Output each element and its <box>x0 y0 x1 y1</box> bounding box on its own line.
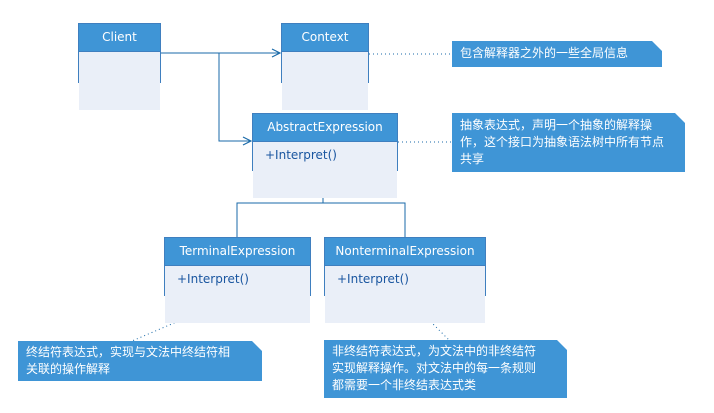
note-line: 包含解释器之外的一些全局信息 <box>460 46 629 60</box>
class-abstract-expression[interactable]: AbstractExpression +Interpret() <box>252 113 398 198</box>
inheritance-terminal <box>236 202 323 237</box>
note-line: 实现解释操作。对文法中的每一条规则 <box>332 361 537 375</box>
class-nonterminal-expression[interactable]: NonterminalExpression +Interpret() <box>324 237 486 323</box>
class-operations <box>79 52 160 110</box>
class-operations: +Interpret() <box>325 266 485 323</box>
inheritance-nonterminal <box>323 202 406 237</box>
class-name: AbstractExpression <box>253 114 397 142</box>
class-client[interactable]: Client <box>78 23 161 110</box>
operation-interpret: +Interpret() <box>265 148 337 162</box>
class-name: Context <box>282 24 368 52</box>
operation-interpret: +Interpret() <box>177 272 249 286</box>
class-context[interactable]: Context <box>281 23 369 110</box>
class-name: Client <box>79 24 160 52</box>
note-line: 抽象表达式，声明一个抽象的解释操 <box>460 118 653 132</box>
note-context: 包含解释器之外的一些全局信息 <box>452 41 662 67</box>
association-client-abstract <box>218 53 251 141</box>
note-nonterminal: 非终结符表达式，为文法中的非终结符 实现解释操作。对文法中的每一条规则 都需要一… <box>324 340 567 398</box>
note-line: 关联的操作解释 <box>26 362 111 376</box>
note-abstract: 抽象表达式，声明一个抽象的解释操 作，这个接口为抽象语法树中所有节点 共享 <box>452 113 685 172</box>
class-name: TerminalExpression <box>165 238 310 266</box>
note-fold <box>252 341 262 351</box>
operation-interpret: +Interpret() <box>337 272 409 286</box>
note-line: 共享 <box>460 152 485 166</box>
note-fold <box>675 113 685 123</box>
note-terminal: 终结符表达式，实现与文法中终结符相 关联的操作解释 <box>18 341 262 381</box>
class-operations: +Interpret() <box>253 142 397 198</box>
note-line: 都需要一个非终结表达式类 <box>332 378 477 392</box>
class-operations <box>282 52 368 110</box>
note-fold <box>652 41 662 51</box>
class-name: NonterminalExpression <box>325 238 485 266</box>
note-fold <box>557 340 567 350</box>
note-line: 非终结符表达式，为文法中的非终结符 <box>332 344 537 358</box>
class-operations: +Interpret() <box>165 266 310 323</box>
note-line: 作，这个接口为抽象语法树中所有节点 <box>460 135 665 149</box>
note-line: 终结符表达式，实现与文法中终结符相 <box>26 345 231 359</box>
class-terminal-expression[interactable]: TerminalExpression +Interpret() <box>164 237 311 323</box>
